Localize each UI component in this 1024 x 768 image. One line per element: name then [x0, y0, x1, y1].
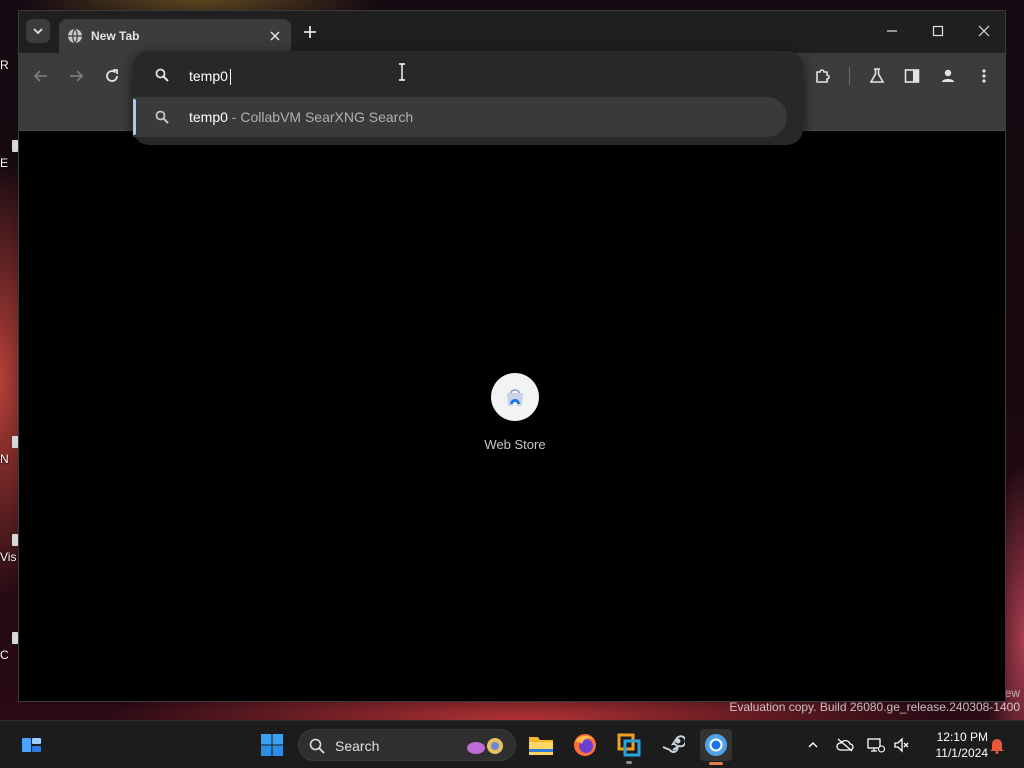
- close-window-button[interactable]: [961, 17, 1007, 45]
- profile-button[interactable]: [935, 63, 961, 89]
- new-tab-button[interactable]: [299, 21, 321, 43]
- desktop-icon-vis[interactable]: Vis: [0, 534, 20, 564]
- globe-icon: [68, 28, 82, 44]
- show-hidden-icons-button[interactable]: [803, 735, 823, 755]
- tab-title: New Tab: [91, 29, 140, 43]
- labs-button[interactable]: [864, 63, 890, 89]
- file-explorer-icon: [529, 737, 553, 755]
- network-icon: [867, 738, 885, 753]
- shortcut-label: Web Store: [484, 437, 546, 452]
- search-icon: [155, 68, 169, 82]
- tab-strip: New Tab: [19, 11, 1005, 53]
- chevron-up-icon: [808, 741, 818, 748]
- profile-icon: [942, 69, 954, 82]
- labs-flask-icon: [869, 68, 885, 83]
- running-indicator: [626, 761, 632, 764]
- tab-close-button[interactable]: [267, 28, 283, 44]
- ibeam-cursor: [399, 63, 405, 81]
- suggestion-separator: -: [227, 109, 241, 125]
- more-vert-icon: [982, 69, 986, 83]
- minimize-icon: [887, 30, 897, 32]
- suggestion-query: temp0: [189, 109, 228, 125]
- omnibox[interactable]: [133, 55, 803, 95]
- desktop-icon-label: Vis: [0, 550, 17, 564]
- reload-icon: [106, 69, 118, 82]
- evaluation-watermark: Evaluation copy. Build 26080.ge_release.…: [729, 700, 1020, 714]
- desktop-icon-c[interactable]: C: [0, 632, 20, 662]
- close-icon: [270, 31, 280, 41]
- volume-tray-button[interactable]: [892, 735, 912, 755]
- desktop-icon-n[interactable]: N: [0, 436, 20, 466]
- plus-icon: [304, 26, 316, 38]
- search-icon: [155, 110, 169, 124]
- extensions-icon: [816, 69, 830, 83]
- browser-window: New Tab temp0 temp0 - CollabVM SearXNG S…: [18, 10, 1006, 702]
- search-highlight-icon: [467, 738, 503, 754]
- suggestion-text: temp0 - CollabVM SearXNG Search: [189, 109, 413, 125]
- onedrive-tray-button[interactable]: [835, 735, 855, 755]
- notification-bell-icon: [990, 739, 1004, 754]
- start-button[interactable]: [256, 729, 288, 761]
- desktop-edge-text: ew: [1004, 686, 1020, 700]
- forward-button[interactable]: [63, 63, 89, 89]
- back-arrow-icon: [33, 70, 47, 82]
- more-menu-button[interactable]: [971, 63, 997, 89]
- vmware-icon: [617, 733, 641, 757]
- desktop-icon-e[interactable]: E: [0, 140, 20, 170]
- omnibox-suggestion[interactable]: temp0 - CollabVM SearXNG Search: [133, 97, 787, 137]
- taskbar-vmware[interactable]: [613, 729, 645, 764]
- maximize-icon: [932, 25, 944, 37]
- selection-indicator: [133, 99, 136, 135]
- taskbar-file-explorer[interactable]: [525, 729, 557, 761]
- back-button[interactable]: [28, 63, 54, 89]
- widgets-icon: [22, 738, 41, 752]
- firefox-icon: [574, 734, 596, 756]
- desktop-icon-label: R: [0, 58, 9, 72]
- taskbar-steam[interactable]: [657, 729, 689, 761]
- suggestion-provider: CollabVM SearXNG Search: [240, 109, 414, 125]
- tab-search-button[interactable]: [26, 19, 50, 43]
- tab-new-tab[interactable]: New Tab: [59, 19, 291, 53]
- chevron-down-icon: [33, 28, 43, 35]
- desktop-icon-label: E: [0, 156, 9, 170]
- clock-time: 12:10 PM: [936, 730, 988, 744]
- taskbar-chrome[interactable]: [700, 729, 732, 765]
- side-panel-icon: [904, 69, 920, 83]
- chrome-icon: [705, 734, 727, 756]
- minimize-button[interactable]: [869, 17, 915, 45]
- text-caret: [230, 69, 231, 85]
- taskbar: Search 12:10 PM 11/1/2024: [0, 720, 1024, 768]
- widgets-button[interactable]: [16, 729, 48, 761]
- maximize-button[interactable]: [915, 17, 961, 45]
- volume-muted-icon: [894, 737, 909, 753]
- search-icon: [309, 738, 325, 754]
- clock-date: 11/1/2024: [935, 746, 989, 760]
- shortcut-tile: [491, 373, 539, 421]
- taskbar-firefox[interactable]: [569, 729, 601, 761]
- close-icon: [978, 25, 990, 37]
- desktop-icon-label: C: [0, 648, 9, 662]
- omnibox-input[interactable]: [189, 65, 689, 87]
- taskbar-search-box[interactable]: Search: [298, 729, 516, 761]
- desktop-icon-r[interactable]: R: [0, 58, 20, 72]
- forward-arrow-icon: [70, 70, 84, 82]
- extensions-button[interactable]: [810, 63, 836, 89]
- side-panel-button[interactable]: [899, 63, 925, 89]
- reload-button[interactable]: [99, 63, 125, 89]
- steam-icon: [662, 735, 685, 753]
- taskbar-clock[interactable]: 12:10 PM 11/1/2024: [918, 729, 989, 761]
- taskbar-search-label: Search: [335, 738, 380, 754]
- desktop-icon-label: N: [0, 452, 9, 466]
- web-store-icon: [507, 389, 523, 406]
- omnibox-dropdown: temp0 - CollabVM SearXNG Search: [133, 51, 803, 145]
- network-tray-button[interactable]: [866, 735, 886, 755]
- windows-start-icon: [261, 734, 283, 756]
- notifications-button[interactable]: [987, 735, 1007, 755]
- active-indicator: [709, 762, 723, 765]
- shortcut-web-store[interactable]: Web Store: [477, 373, 553, 463]
- cloud-offline-icon: [836, 738, 854, 752]
- toolbar-separator: [849, 67, 850, 85]
